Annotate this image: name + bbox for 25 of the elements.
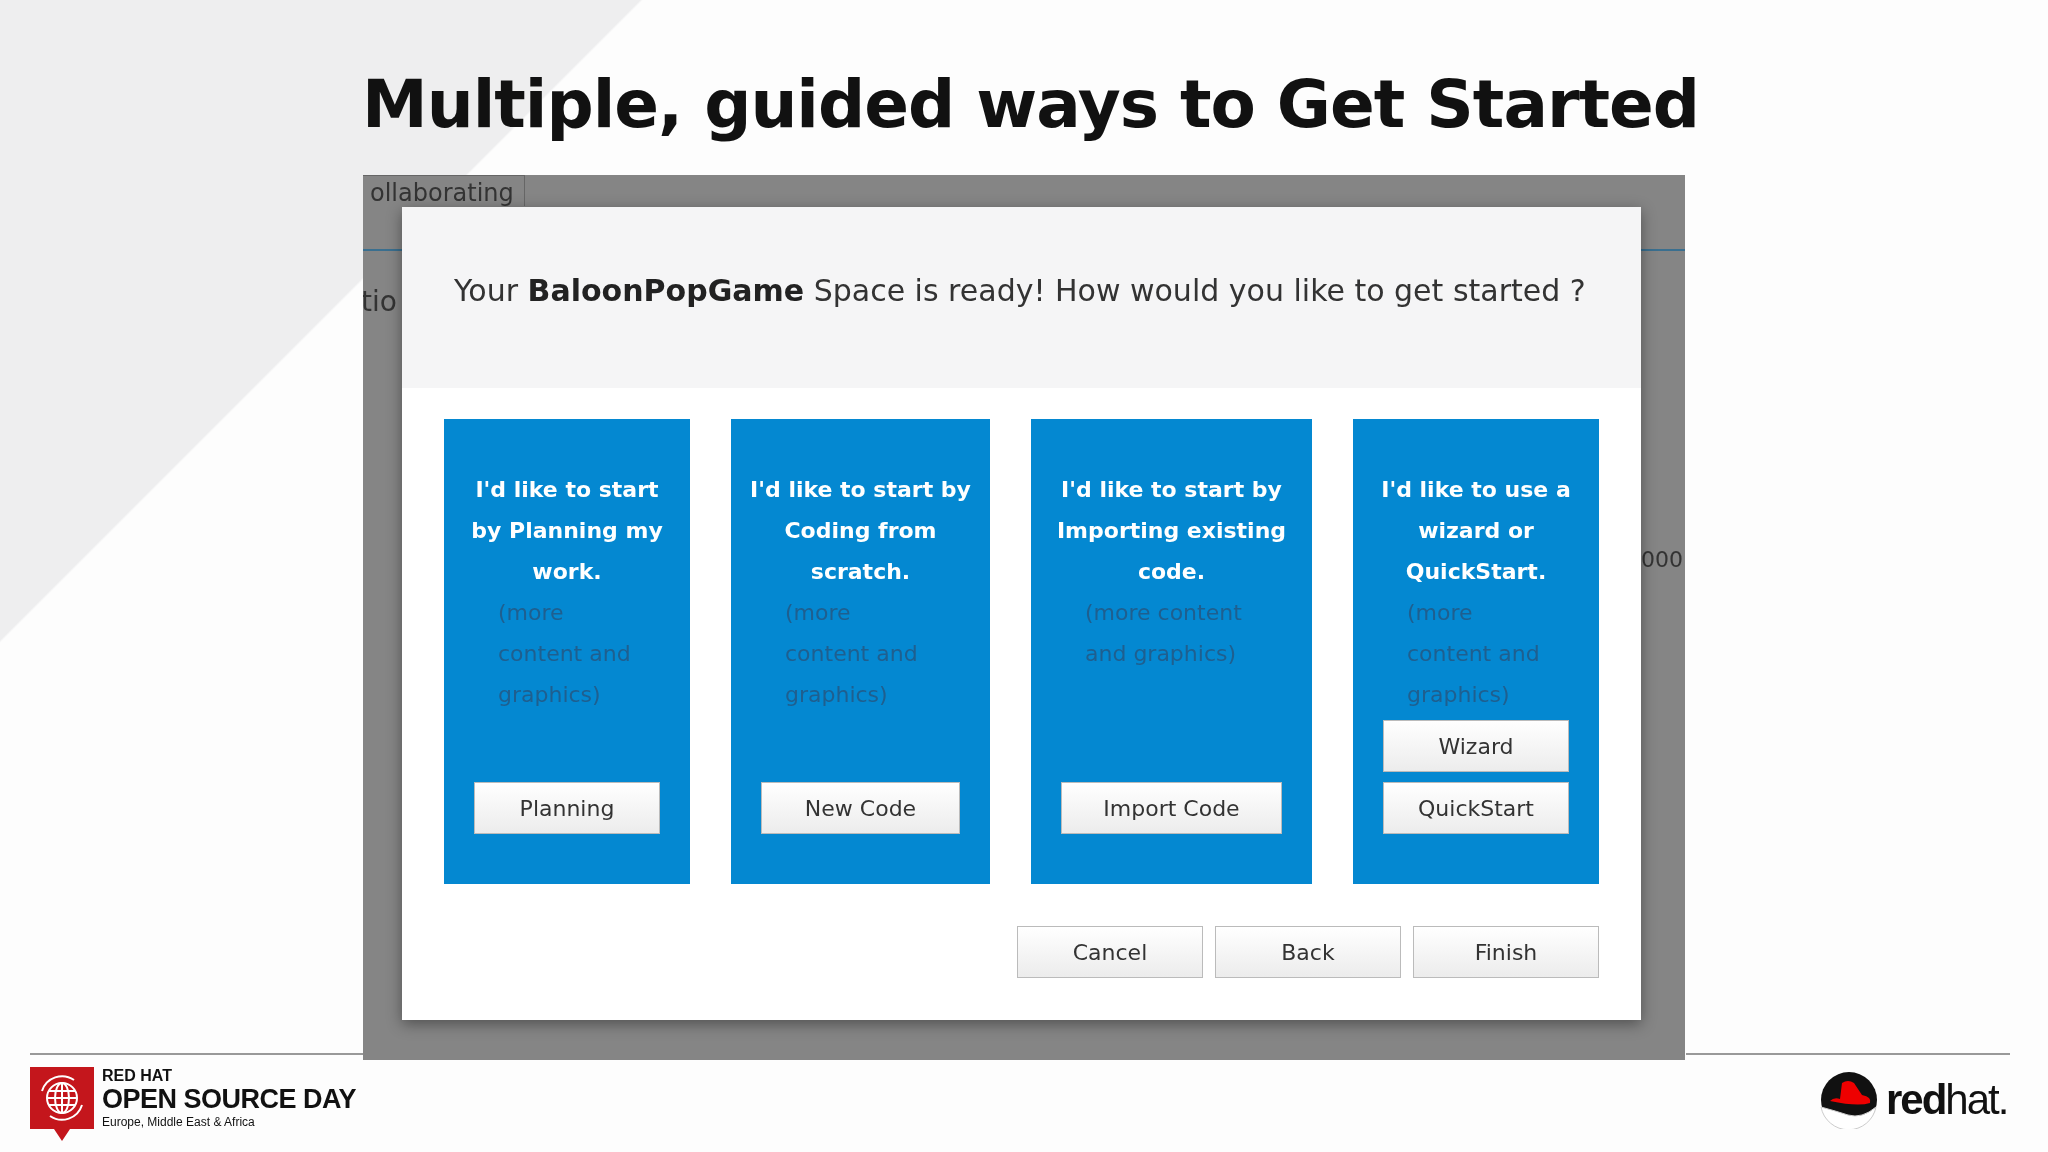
choice-button[interactable]: New Code <box>761 782 960 834</box>
globe-tag-icon <box>30 1067 94 1141</box>
choice-button[interactable]: Planning <box>474 782 660 834</box>
card-heading: I'd like to start by Planning my work. <box>470 476 664 586</box>
choice-button[interactable]: Wizard <box>1383 720 1569 772</box>
choice-button[interactable]: Import Code <box>1061 782 1282 834</box>
value-fragment: 000 <box>1641 547 1683 572</box>
event-name: OPEN SOURCE DAY <box>102 1085 357 1113</box>
card-note: (more content and graphics) <box>785 599 919 709</box>
card-heading: I'd like to start by Importing existing code. <box>1055 476 1288 586</box>
dialog-question: Your BaloonPopGame Space is ready! How would you like to get started ? <box>402 207 1641 388</box>
event-region: Europe, Middle East & Africa <box>102 1114 256 1131</box>
dialog-button[interactable]: Cancel <box>1017 926 1203 978</box>
choice-button[interactable]: QuickStart <box>1383 782 1569 834</box>
company-logo-text: redhat. <box>1886 1076 2008 1124</box>
card-heading: I'd like to start by Coding from scratch. <box>749 476 972 586</box>
slide-title: Multiple, guided ways to Get Started <box>361 65 1701 145</box>
dialog-button[interactable]: Finish <box>1413 926 1599 978</box>
hat-icon <box>1818 1071 1880 1129</box>
card-heading: I'd like to use a wizard or QuickStart. <box>1380 476 1572 586</box>
dialog-button[interactable]: Back <box>1215 926 1401 978</box>
event-brand: RED HAT <box>102 1067 173 1085</box>
card-note: (more content and graphics) <box>1085 599 1243 668</box>
card-note: (more content and graphics) <box>498 599 632 709</box>
card-note: (more content and graphics) <box>1407 599 1541 709</box>
